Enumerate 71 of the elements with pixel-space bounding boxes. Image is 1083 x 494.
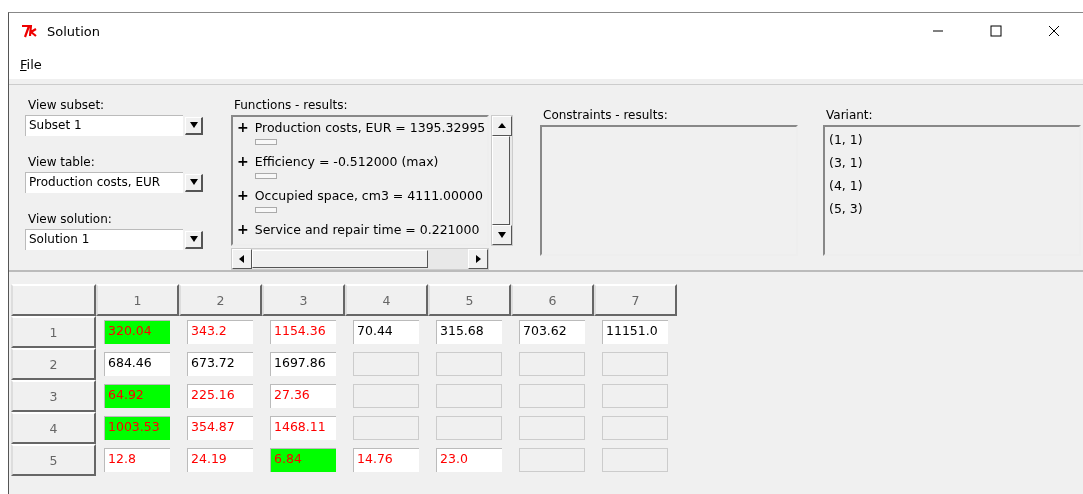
cell-field[interactable]: 1154.36 (270, 320, 336, 344)
row-header[interactable]: 5 (11, 444, 96, 476)
cell-field[interactable]: 703.62 (519, 320, 585, 344)
row-header[interactable]: 3 (11, 380, 96, 412)
cell-field[interactable]: 1697.86 (270, 352, 336, 376)
cell-field[interactable]: 11151.0 (602, 320, 668, 344)
cell-field[interactable]: 684.46 (104, 352, 170, 376)
cell-field[interactable]: 343.2 (187, 320, 253, 344)
variant-item[interactable]: (5, 3) (829, 199, 1075, 222)
cell-field[interactable]: 1003.53 (104, 416, 170, 440)
expand-marker[interactable]: + (237, 119, 249, 135)
dropdown-button[interactable] (185, 116, 203, 135)
cell-field[interactable]: 673.72 (187, 352, 253, 376)
cell-field[interactable]: 315.68 (436, 320, 502, 344)
dropdown-field[interactable]: Subset 1 (25, 115, 183, 136)
window-title: Solution (47, 23, 101, 39)
cell-field[interactable]: 6.84 (270, 448, 336, 472)
result-text: Service and repair time = 0.221000 (254, 221, 480, 237)
variant-item[interactable]: (4, 1) (829, 176, 1075, 199)
result-text: Production costs, EUR = 1395.32995 (254, 119, 486, 135)
dropdown-field[interactable]: Solution 1 (25, 229, 183, 250)
scroll-up-icon (498, 122, 506, 130)
column-header[interactable]: 6 (511, 284, 594, 316)
cell-field[interactable]: 14.76 (353, 448, 419, 472)
expand-marker[interactable]: + (237, 221, 249, 237)
panel-label: Functions - results: (233, 97, 349, 114)
cell-field[interactable]: 225.16 (187, 384, 253, 408)
cell-field[interactable]: 1468.11 (270, 416, 336, 440)
cell-field[interactable]: 23.0 (436, 448, 502, 472)
close-icon (1048, 25, 1060, 37)
result-text: Efficiency = -0.512000 (max) (254, 153, 439, 169)
field-label: View solution: (27, 211, 113, 228)
caret-icon (189, 121, 198, 129)
column-header[interactable]: 5 (428, 284, 511, 316)
row-header[interactable]: 1 (11, 316, 96, 348)
row-header[interactable]: 4 (11, 412, 96, 444)
scroll-down-icon (498, 231, 506, 239)
field-label: View table: (27, 154, 96, 171)
cell-field[interactable]: 70.44 (353, 320, 419, 344)
column-header[interactable]: 1 (96, 284, 179, 316)
menu-item[interactable]: File (18, 54, 44, 74)
panel-label: Constraints - results: (542, 107, 669, 124)
vertical-scrollbar[interactable] (491, 115, 513, 246)
dropdown-field[interactable]: Production costs, EUR (25, 172, 183, 193)
cell-field[interactable]: 64.92 (104, 384, 170, 408)
column-header[interactable]: 3 (262, 284, 345, 316)
expand-marker[interactable]: + (237, 187, 249, 203)
cell-field[interactable]: 27.36 (270, 384, 336, 408)
column-header[interactable]: 2 (179, 284, 262, 316)
cell-field[interactable]: 320.04 (104, 320, 170, 344)
caret-icon (189, 235, 198, 243)
app-logo-icon (21, 24, 39, 38)
column-header[interactable]: 7 (594, 284, 677, 316)
field-label: View subset: (27, 97, 106, 114)
scroll-left-icon (238, 255, 246, 263)
cell-field[interactable]: 12.8 (104, 448, 170, 472)
dropdown-button[interactable] (185, 230, 203, 249)
caret-icon (189, 178, 198, 186)
variant-item[interactable]: (3, 1) (829, 153, 1075, 176)
cell-field[interactable]: 24.19 (187, 448, 253, 472)
horizontal-scrollbar[interactable] (231, 248, 489, 270)
maximize-icon (990, 25, 1002, 37)
cell-field[interactable]: 354.87 (187, 416, 253, 440)
expand-marker[interactable]: + (237, 153, 249, 169)
variant-item[interactable]: (1, 1) (829, 130, 1075, 153)
panel-label: Variant: (825, 107, 874, 124)
dropdown-button[interactable] (185, 173, 203, 192)
column-header[interactable]: 4 (345, 284, 428, 316)
scroll-right-icon (474, 255, 482, 263)
result-text: Occupied space, cm3 = 4111.00000 (254, 187, 483, 203)
row-header[interactable]: 2 (11, 348, 96, 380)
